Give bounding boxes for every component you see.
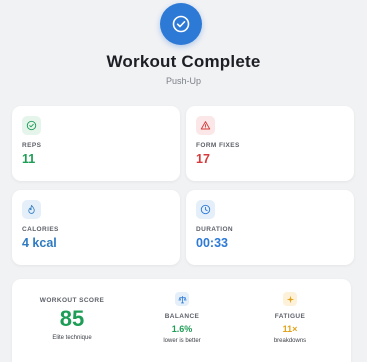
reps-label: REPS (22, 142, 42, 149)
sparkle-icon (283, 292, 297, 306)
workout-summary-screen: Workout Complete Push-Up REPS 11 FORM FI… (0, 0, 367, 362)
exercise-name: Push-Up (165, 76, 201, 86)
duration-label: DURATION (196, 226, 234, 233)
flame-icon (22, 200, 41, 219)
fatigue-caption: breakdowns (273, 338, 307, 344)
calories-value: 4 kcal (22, 236, 57, 250)
calories-label: CALORIES (22, 226, 59, 233)
duration-value: 00:33 (196, 236, 228, 250)
workout-score-label: WORKOUT SCORE (39, 297, 105, 304)
workout-score-panel: WORKOUT SCORE 85 Elite technique BALANCE… (12, 279, 351, 362)
balance-section: BALANCE 1.6% lower is better (137, 279, 227, 362)
check-circle-icon (22, 116, 41, 135)
form-fixes-card: FORM FIXES 17 (186, 106, 354, 181)
workout-score-value: 85 (59, 306, 85, 331)
clock-icon (196, 200, 215, 219)
warning-triangle-icon (196, 116, 215, 135)
balance-icon (175, 292, 189, 306)
balance-label: BALANCE (164, 313, 200, 320)
form-fixes-value: 17 (196, 152, 210, 166)
reps-card: REPS 11 (12, 106, 180, 181)
workout-score-section: WORKOUT SCORE 85 Elite technique (26, 279, 118, 362)
check-circle-icon (160, 3, 202, 45)
workout-score-caption: Elite technique (52, 335, 92, 341)
reps-value: 11 (22, 152, 36, 166)
fatigue-label: FATIGUE (274, 313, 306, 320)
fatigue-value: 11× (282, 324, 298, 334)
fatigue-section: FATIGUE 11× breakdowns (244, 279, 336, 362)
balance-value: 1.6% (171, 324, 193, 334)
calories-card: CALORIES 4 kcal (12, 190, 180, 265)
duration-card: DURATION 00:33 (186, 190, 354, 265)
balance-caption: lower is better (163, 338, 201, 344)
form-fixes-label: FORM FIXES (196, 142, 240, 149)
page-title: Workout Complete (106, 52, 261, 71)
